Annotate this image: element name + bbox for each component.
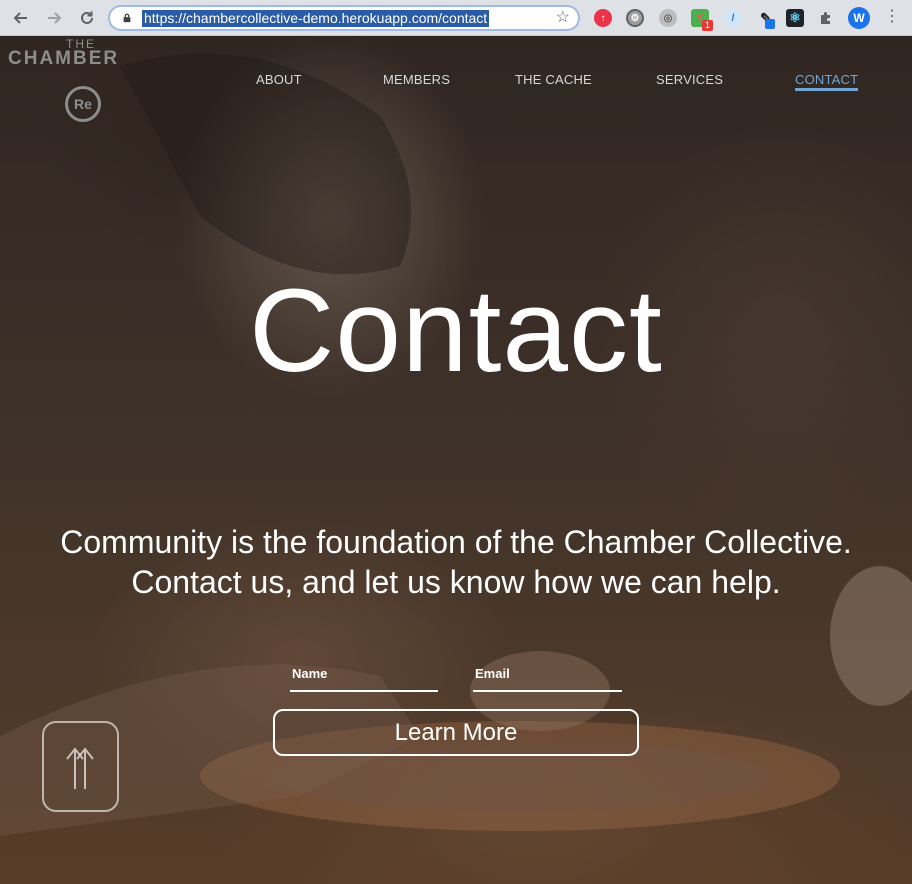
email-field-label: Email: [475, 666, 510, 681]
page-title: Contact: [249, 265, 663, 397]
nav-services[interactable]: SERVICES: [656, 72, 723, 87]
reload-icon[interactable]: [77, 8, 97, 28]
chamber-logo[interactable]: THE CHAMBER Re: [8, 36, 164, 128]
name-field-label: Name: [292, 666, 328, 681]
extension-gear-icon[interactable]: ⚙: [626, 9, 644, 27]
contact-page: THE CHAMBER Re ABOUT MEMBERS THE CACHE S…: [0, 36, 912, 884]
react-devtools-icon[interactable]: ⚛: [786, 9, 804, 27]
extension-red-icon[interactable]: ↑: [594, 9, 612, 27]
url-text[interactable]: https://chambercollective-demo.herokuapp…: [142, 10, 490, 27]
menu-kebab-icon[interactable]: ⋮: [884, 8, 900, 26]
email-field[interactable]: Email: [473, 664, 622, 692]
scroll-to-top-button[interactable]: [42, 721, 119, 812]
subtitle-line-2: Contact us, and let us know how we can h…: [131, 564, 781, 600]
nav-members[interactable]: MEMBERS: [383, 72, 450, 87]
learn-more-button[interactable]: Learn More: [273, 709, 639, 756]
extension-circle-icon[interactable]: ◎: [659, 9, 677, 27]
address-bar[interactable]: https://chambercollective-demo.herokuapp…: [108, 5, 580, 31]
nav-contact[interactable]: CONTACT: [795, 72, 859, 91]
scroll-up-arrows-icon: [66, 747, 94, 789]
profile-avatar[interactable]: W: [848, 7, 870, 29]
lock-icon: [123, 13, 131, 23]
nav-about[interactable]: ABOUT: [256, 72, 302, 87]
extension-puzzle-icon[interactable]: [817, 9, 835, 27]
pottery-background-image: [0, 53, 912, 836]
extension-badge: 1: [702, 20, 713, 31]
forward-arrow-icon[interactable]: [44, 8, 64, 28]
nav-the-cache[interactable]: THE CACHE: [515, 72, 592, 87]
hero-subtitle: Community is the foundation of the Chamb…: [0, 522, 912, 602]
logo-name-text: CHAMBER: [8, 48, 120, 69]
extension-blue-icon[interactable]: /: [724, 9, 742, 27]
subtitle-line-1: Community is the foundation of the Chamb…: [60, 524, 852, 560]
star-icon[interactable]: ☆: [556, 9, 570, 27]
back-arrow-icon[interactable]: [11, 8, 31, 28]
color-swatch-icon: [765, 19, 775, 29]
logo-re-icon: Re: [65, 86, 101, 122]
browser-toolbar: https://chambercollective-demo.herokuapp…: [0, 0, 912, 36]
name-field[interactable]: Name: [290, 664, 438, 692]
